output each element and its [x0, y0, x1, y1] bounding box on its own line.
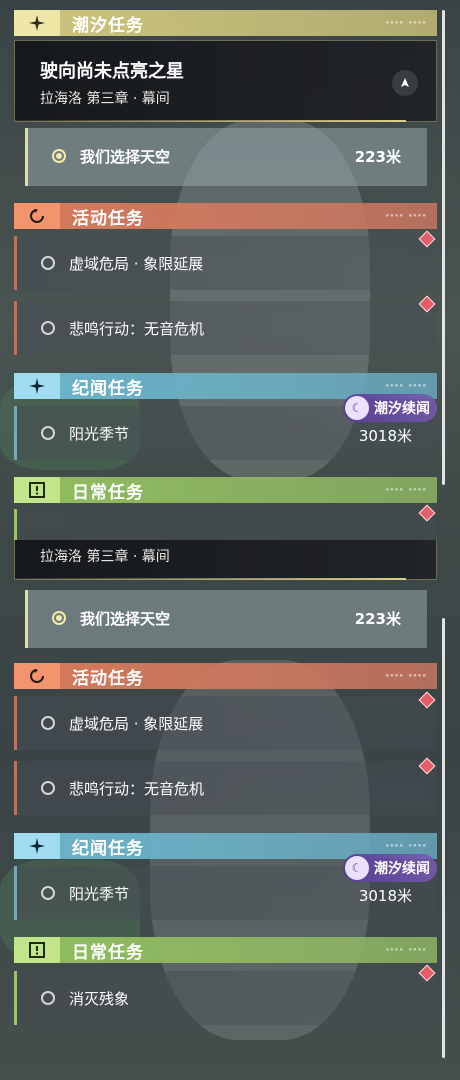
- radio-icon: [41, 781, 55, 795]
- active-quest-label: 我们选择天空: [80, 610, 171, 628]
- tide-sequel-tag: ☾ 潮汐续闻: [343, 854, 437, 882]
- header-decoration: ▪▪▪▪ ▪▪▪▪: [385, 672, 427, 679]
- section-title: 纪闻任务: [72, 378, 144, 399]
- quest-row[interactable]: [14, 509, 437, 540]
- main-quest-card[interactable]: 驶向尚未点亮之星 拉海洛 第三章 · 幕间: [14, 40, 437, 122]
- quest-label: 虚域危局 · 象限延展: [69, 715, 204, 733]
- row-accent-bar: [14, 406, 17, 460]
- section-title: 活动任务: [72, 208, 144, 229]
- quest-row[interactable]: 虚域危局 · 象限延展: [14, 236, 437, 290]
- active-quest-label: 我们选择天空: [80, 148, 171, 166]
- main-quest-title: 驶向尚未点亮之星: [40, 61, 184, 82]
- scrollbar[interactable]: [442, 10, 445, 485]
- moon-icon: ☾: [345, 396, 369, 420]
- scrollbar[interactable]: [442, 618, 445, 1058]
- track-arrow-icon[interactable]: [392, 70, 418, 96]
- radio-icon: [41, 886, 55, 900]
- quest-distance: 3018米: [358, 887, 412, 905]
- row-accent-bar: [14, 971, 17, 1025]
- row-accent-bar: [14, 236, 17, 290]
- tag-label: 潮汐续闻: [374, 401, 430, 417]
- header-decoration: ▪▪▪▪ ▪▪▪▪: [385, 486, 427, 493]
- radio-icon: [41, 716, 55, 730]
- radio-selected-icon: [52, 149, 66, 163]
- row-accent-bar: [14, 761, 17, 815]
- exclamation-icon: [14, 477, 60, 503]
- row-accent-bar: [14, 866, 17, 920]
- moon-icon: ☾: [345, 856, 369, 880]
- quest-label: 悲鸣行动：无音危机: [69, 320, 205, 338]
- quest-row[interactable]: 消灭残象: [14, 971, 437, 1025]
- radio-icon: [41, 256, 55, 270]
- header-decoration: ▪▪▪▪ ▪▪▪▪: [385, 946, 427, 953]
- quest-label: 阳光季节: [69, 885, 130, 903]
- section-title: 潮汐任务: [72, 15, 144, 36]
- header-decoration: ▪▪▪▪ ▪▪▪▪: [385, 382, 427, 389]
- quest-row[interactable]: 悲鸣行动：无音危机: [14, 301, 437, 355]
- daily-quest-header[interactable]: 日常任务 ▪▪▪▪ ▪▪▪▪: [14, 477, 437, 503]
- row-accent-bar: [14, 509, 17, 540]
- active-quest-row[interactable]: 我们选择天空 223米: [25, 590, 427, 648]
- quest-label: 虚域危局 · 象限延展: [69, 255, 204, 273]
- sparkle-icon: [14, 10, 60, 36]
- quest-distance: 3018米: [358, 427, 412, 445]
- quest-panel-bottom: 拉海洛 第三章 · 幕间 我们选择天空 223米 活动任务 ▪▪▪▪ ▪▪▪▪ …: [0, 540, 460, 1080]
- main-quest-subtitle: 拉海洛 第三章 · 幕间: [40, 549, 170, 565]
- quest-label: 悲鸣行动：无音危机: [69, 780, 205, 798]
- event-quest-header[interactable]: 活动任务 ▪▪▪▪ ▪▪▪▪: [14, 203, 437, 229]
- quest-row[interactable]: 虚域危局 · 象限延展: [14, 696, 437, 750]
- refresh-icon: [14, 203, 60, 229]
- tide-quest-header[interactable]: 潮汐任务 ▪▪▪▪ ▪▪▪▪: [14, 10, 437, 36]
- header-decoration: ▪▪▪▪ ▪▪▪▪: [385, 212, 427, 219]
- radio-icon: [41, 426, 55, 440]
- main-quest-card[interactable]: 拉海洛 第三章 · 幕间: [14, 540, 437, 580]
- sparkle-icon: [14, 833, 60, 859]
- exclamation-icon: [14, 937, 60, 963]
- event-quest-header[interactable]: 活动任务 ▪▪▪▪ ▪▪▪▪: [14, 663, 437, 689]
- tide-sequel-tag: ☾ 潮汐续闻: [343, 394, 437, 422]
- radio-icon: [41, 321, 55, 335]
- tag-label: 潮汐续闻: [374, 861, 430, 877]
- quest-panel-top: 潮汐任务 ▪▪▪▪ ▪▪▪▪ 驶向尚未点亮之星 拉海洛 第三章 · 幕间 我们选…: [0, 0, 460, 540]
- active-quest-row[interactable]: 我们选择天空 223米: [25, 128, 427, 186]
- sparkle-icon: [14, 373, 60, 399]
- row-accent-bar: [14, 301, 17, 355]
- section-title: 纪闻任务: [72, 838, 144, 859]
- card-underline: [15, 578, 406, 580]
- section-title: 活动任务: [72, 668, 144, 689]
- quest-label: 阳光季节: [69, 425, 130, 443]
- card-underline: [15, 120, 406, 122]
- quest-label: 消灭残象: [69, 990, 130, 1008]
- radio-selected-icon: [52, 611, 66, 625]
- main-quest-subtitle: 拉海洛 第三章 · 幕间: [40, 91, 170, 107]
- daily-quest-header[interactable]: 日常任务 ▪▪▪▪ ▪▪▪▪: [14, 937, 437, 963]
- header-decoration: ▪▪▪▪ ▪▪▪▪: [385, 842, 427, 849]
- header-decoration: ▪▪▪▪ ▪▪▪▪: [385, 19, 427, 26]
- radio-icon: [41, 991, 55, 1005]
- refresh-icon: [14, 663, 60, 689]
- quest-row[interactable]: 悲鸣行动：无音危机: [14, 761, 437, 815]
- active-quest-distance: 223米: [354, 610, 401, 628]
- row-accent-bar: [14, 696, 17, 750]
- active-quest-distance: 223米: [354, 148, 401, 166]
- section-title: 日常任务: [72, 482, 144, 503]
- section-title: 日常任务: [72, 942, 144, 963]
